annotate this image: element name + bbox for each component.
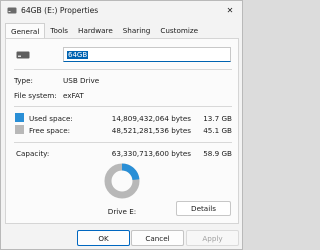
usage-donut-chart: [104, 163, 140, 199]
divider: [14, 106, 232, 107]
file-system-label: File system:: [14, 91, 57, 100]
divider: [14, 142, 232, 143]
usb-drive-icon: [7, 7, 17, 14]
window-title: 64GB (E:) Properties: [21, 6, 99, 15]
general-panel: 64GB Type: USB Drive File system: exFAT …: [5, 38, 239, 224]
type-value: USB Drive: [63, 76, 100, 85]
divider: [14, 69, 232, 70]
tab-sharing[interactable]: Sharing: [118, 23, 156, 38]
type-label: Type:: [14, 76, 33, 85]
close-button[interactable]: ✕: [220, 2, 240, 19]
close-icon: ✕: [226, 6, 234, 15]
used-space-size: 13.7 GB: [203, 114, 232, 123]
free-space-swatch: [15, 125, 24, 134]
drive-name-input[interactable]: 64GB: [63, 47, 231, 62]
used-space-swatch: [15, 113, 24, 122]
tab-general[interactable]: General: [5, 23, 46, 39]
properties-window: 64GB (E:) Properties ✕ General Tools Har…: [0, 0, 243, 250]
ok-button[interactable]: OK: [77, 230, 130, 246]
drive-icon: [16, 51, 30, 59]
used-space-bytes: 14,809,432,064 bytes: [111, 114, 191, 123]
used-space-label: Used space:: [29, 114, 73, 123]
cancel-button[interactable]: Cancel: [131, 230, 184, 246]
capacity-label: Capacity:: [16, 149, 50, 158]
capacity-bytes: 63,330,713,600 bytes: [111, 149, 191, 158]
file-system-value: exFAT: [63, 91, 84, 100]
drive-name-selection: 64GB: [67, 51, 89, 59]
apply-button[interactable]: Apply: [186, 230, 239, 246]
tab-customize[interactable]: Customize: [155, 23, 203, 38]
capacity-size: 58.9 GB: [203, 149, 232, 158]
tab-hardware[interactable]: Hardware: [73, 23, 118, 38]
free-space-label: Free space:: [29, 126, 71, 135]
tab-strip: General Tools Hardware Sharing Customize: [5, 23, 203, 39]
free-space-bytes: 48,521,281,536 bytes: [111, 126, 191, 135]
free-space-size: 45.1 GB: [203, 126, 232, 135]
tab-tools[interactable]: Tools: [45, 23, 73, 38]
details-button[interactable]: Details: [176, 201, 231, 216]
title-bar[interactable]: 64GB (E:) Properties ✕: [1, 1, 242, 21]
